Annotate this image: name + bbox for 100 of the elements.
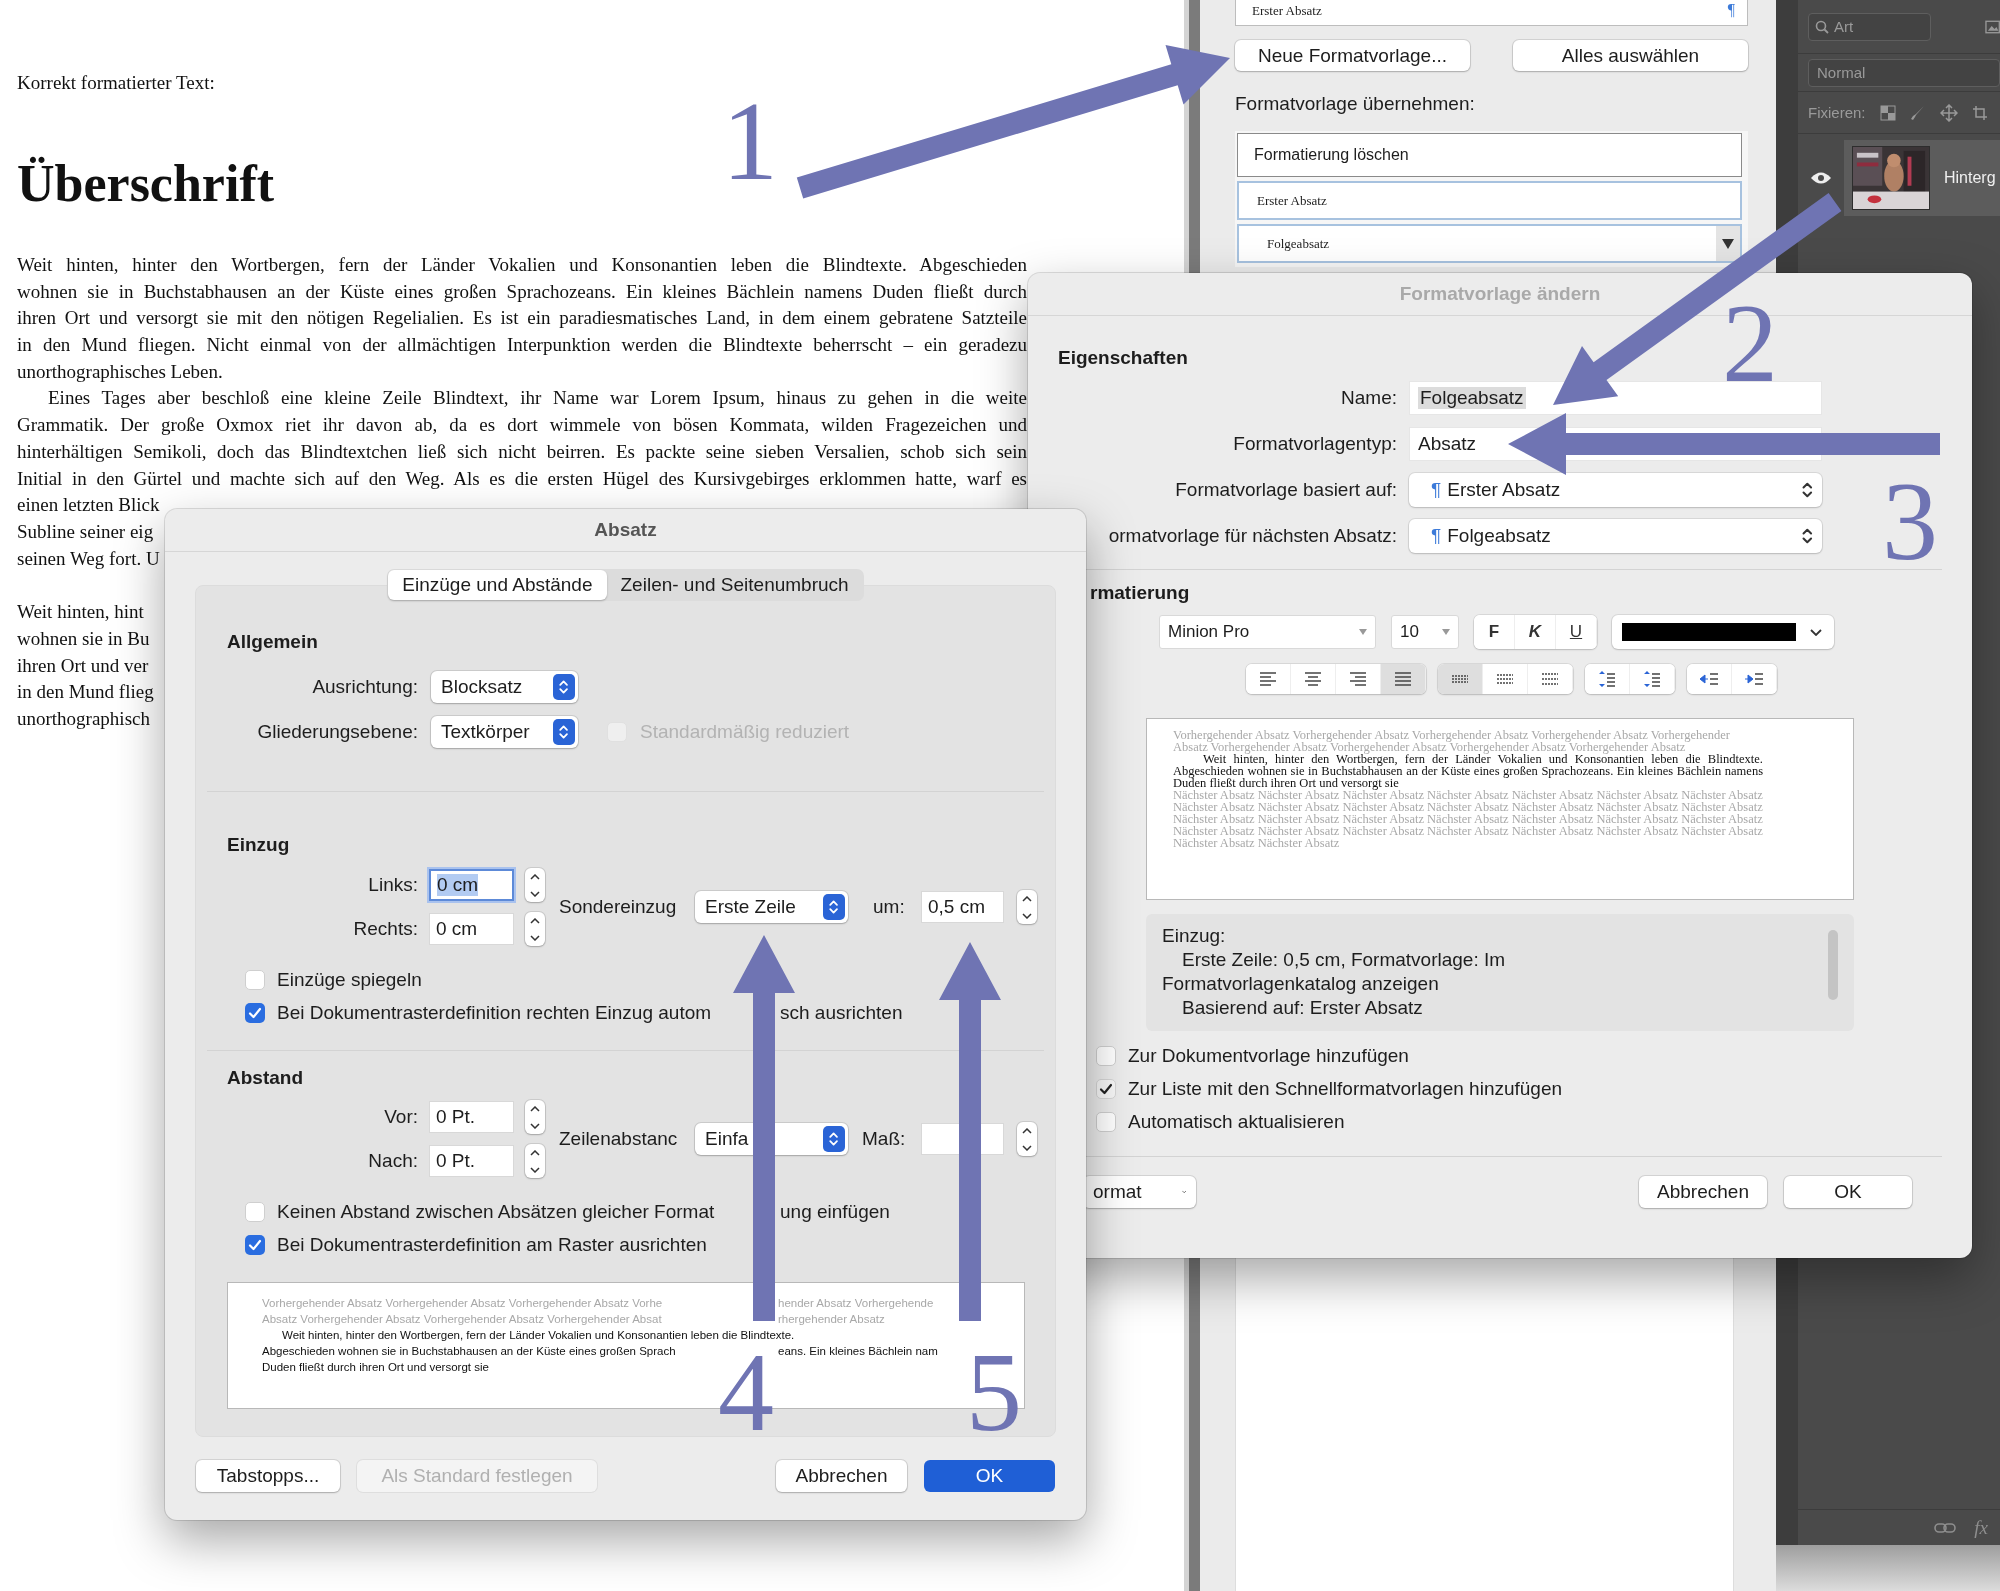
link-icon[interactable] [1934,1521,1957,1534]
input-field[interactable]: Folgeabsatz [1409,381,1822,415]
toolbar-button[interactable] [1732,664,1777,694]
space-after-icon [1644,671,1660,687]
checkbox[interactable] [245,970,265,990]
chevron-up-icon [530,1105,540,1112]
preview-text: hender Absatz Vorhergehende [778,1296,934,1311]
dialog-button[interactable]: OK [1784,1176,1912,1208]
text-line: unorthographisches Leben. [17,359,223,384]
panel-button[interactable]: Neue Formatvorlage... [1235,40,1470,71]
field-label: Formatvorlage basiert auf: [1174,479,1397,501]
section-label: Formatvorlage übernehmen: [1235,93,1475,115]
style-list-item[interactable]: Formatierung löschen [1237,133,1742,177]
input-field[interactable]: 0 cm [429,913,514,945]
checkbox-label: Zur Dokumentvorlage hinzufügen [1128,1045,1409,1067]
font-combo[interactable]: Minion Pro [1159,615,1376,649]
checkbox-label: Automatisch aktualisieren [1128,1111,1345,1133]
toolbar-button[interactable] [1291,664,1336,694]
style-list-item[interactable]: Erster Absatz [1237,181,1742,220]
toolbar-button[interactable] [1630,664,1675,694]
image-icon[interactable] [1984,19,2000,34]
stepper[interactable] [525,1144,545,1178]
stepper[interactable] [1017,1122,1037,1156]
checkbox[interactable] [1096,1046,1116,1066]
checkbox-label: Bei Dokumentrasterdefinition rechten Einzug autom [277,1002,712,1023]
caret-icon [1722,238,1734,249]
preview-text: Vorhergehender Absatz Vorhergehender Absatz Vorhergehender Absatz Vorhe [262,1297,663,1309]
popup-menu[interactable]: Textkörper [431,716,578,748]
size-combo[interactable]: 10 [1391,615,1459,649]
toolbar-button[interactable] [1585,664,1630,694]
toolbar-button[interactable] [1438,664,1483,694]
toolbar-button[interactable] [1336,664,1381,694]
text-line: in den Mund flieg [17,680,154,705]
field-label: Sondereinzug [559,896,678,918]
popup-menu[interactable]: ¶ Folgeabsatz [1409,519,1822,553]
chevron-up-icon [530,873,540,880]
chevron-down-icon [530,1122,540,1129]
dialog-button[interactable]: Abbrechen [1639,1176,1767,1208]
checkbox[interactable] [245,1003,265,1023]
dialog-button[interactable]: Tabstopps... [196,1460,340,1492]
toolbar-button[interactable] [1483,664,1528,694]
text-line: einen letzten Blick [17,493,160,518]
step-number: 2 [1722,303,1778,383]
checkbox[interactable] [1096,1112,1116,1132]
stepper[interactable] [525,1100,545,1134]
description-text: Formatvorlagenkatalog anzeigen [1162,972,1439,996]
dialog-button[interactable]: OK [924,1460,1055,1492]
stepper[interactable] [525,868,545,902]
checkbox[interactable] [245,1202,265,1222]
blend-mode-select[interactable]: Normal [1808,58,2000,87]
checkerboard-icon[interactable] [1879,104,1896,121]
color-well[interactable] [1612,615,1834,649]
current-style-field[interactable]: Erster Absatz ¶ [1235,0,1748,26]
style-list-item[interactable]: Folgeabsatz [1237,224,1742,263]
stepper[interactable] [1017,890,1037,924]
popup-menu[interactable]: Erste Zeile [695,891,848,923]
checkbox-label: Keinen Abstand zwischen Absätzen gleicher Format [277,1201,715,1222]
crop-icon[interactable] [1971,104,1988,121]
preview-text: Weit hinten, hinter den Wortbergen, fern der Länder Vokalien und Konsonantien leben die Blindtexte. Abgeschieden wohnen sie in Buchstabhausen an der Küste eines großen Sprachozeans. Ein kleines Bächlein namens Duden fließt durch ihren Ort und versorgt sie [1173,753,1763,789]
search-icon [1815,19,1829,34]
field-label: um: [873,896,906,918]
text-style-button[interactable]: F [1474,615,1515,649]
checkbox[interactable] [1096,1079,1116,1099]
eye-icon[interactable] [1810,171,1832,185]
search-field[interactable]: Art [1808,12,1931,41]
input-field[interactable]: 0,5 cm [921,891,1004,923]
format-menu[interactable]: ormat [1083,1176,1196,1208]
input-field[interactable]: 0 Pt. [429,1145,514,1177]
text-line: Eines Tages aber beschloß eine kleine Zeile Blindtext, ihr Name war Lorem Ipsum, hinaus zu gehen in die weite [47,386,1027,411]
text-style-button[interactable]: U [1556,615,1597,649]
scrollbar[interactable] [1828,930,1838,1000]
text-line: wohnen sie in Bu [17,626,150,651]
move-icon[interactable] [1939,103,1958,122]
dialog-button[interactable]: Abbrechen [776,1460,907,1492]
input-field[interactable]: 0 cm [429,869,514,901]
toolbar-button[interactable] [1528,664,1573,694]
description-text: Einzug: [1162,924,1226,948]
stepper[interactable] [525,912,545,946]
text-style-button[interactable]: K [1515,615,1556,649]
panel-button[interactable]: Alles auswählen [1513,40,1748,71]
field-label: Zeilenabstanc [559,1128,679,1150]
section-heading: Einzug [227,833,290,857]
layer-row[interactable]: Hinterg [1844,140,2000,216]
chevron-down-icon [530,890,540,897]
caret-icon [1442,629,1450,635]
toolbar-button[interactable] [1687,664,1732,694]
text-line: Weit hinten, hinter den Wortbergen, fern der Länder Vokalien und Konsonantien leben die Blindtexte. Abgeschieden [17,253,1027,277]
caret-icon [1359,629,1367,635]
justify-icon [1394,672,1412,686]
checkbox[interactable] [245,1235,265,1255]
popup-menu[interactable]: ¶ Erster Absatz [1409,473,1822,507]
tab[interactable]: Zeilen- und Seitenumbruch [606,570,863,600]
preview-text: eans. Ein kleines Bächlein nam [778,1344,938,1359]
toolbar-button[interactable] [1246,664,1291,694]
tab[interactable]: Einzüge und Abstände [388,570,607,600]
document-text: Korrekt formatierter Text: [17,71,215,95]
input-field[interactable]: 0 Pt. [429,1101,514,1133]
toolbar-button[interactable] [1381,664,1426,694]
popup-menu[interactable]: Blocksatz [431,671,578,703]
field-label: Vor: [383,1106,418,1128]
